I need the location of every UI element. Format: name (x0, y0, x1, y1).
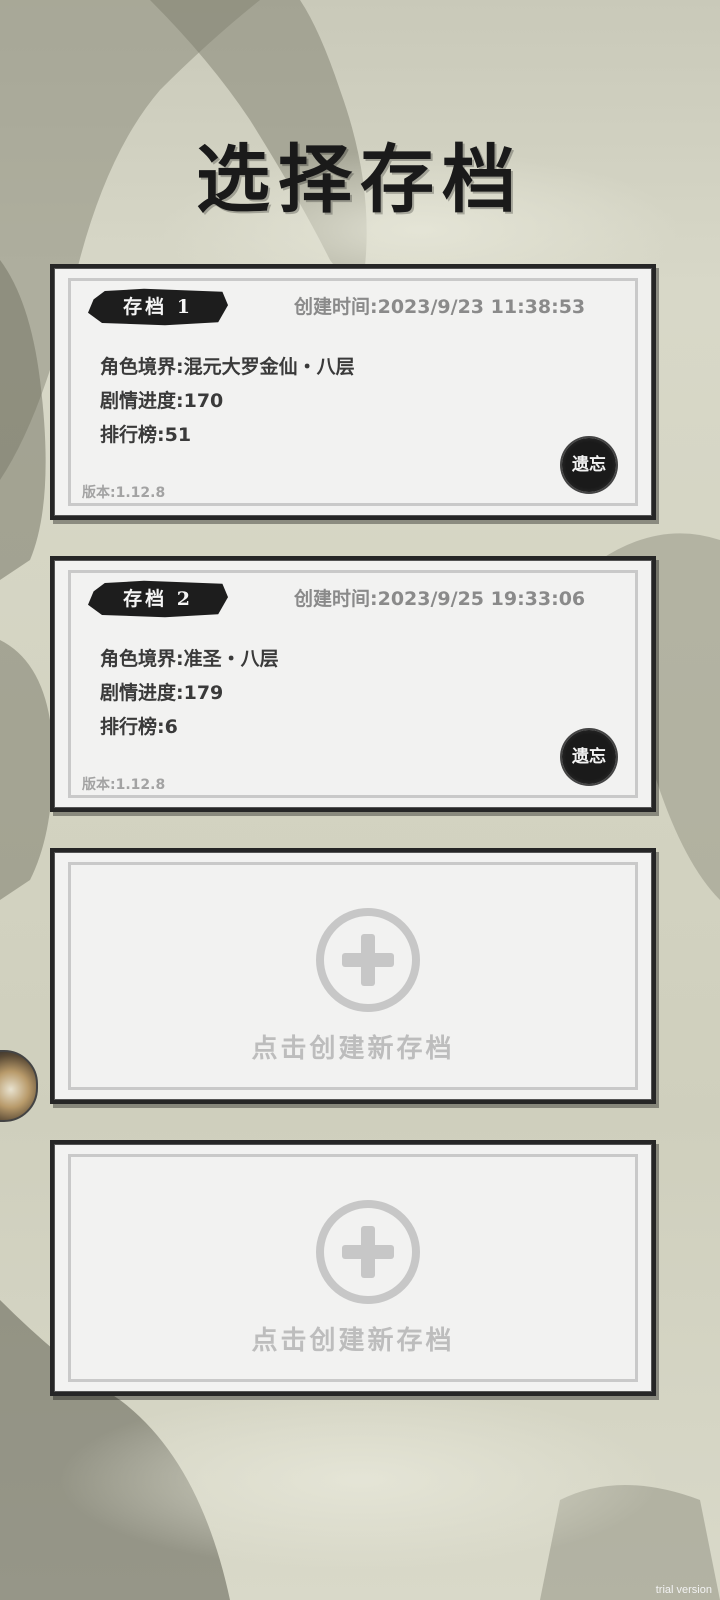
create-new-save-button[interactable]: 点击创建新存档 (68, 1154, 638, 1382)
slot-info: 角色境界:混元大罗金仙・八层 剧情进度:170 排行榜:51 (100, 350, 355, 452)
create-new-save-button[interactable]: 点击创建新存档 (68, 862, 638, 1090)
leaderboard-rank: 排行榜:51 (100, 424, 192, 446)
plus-circle-icon (316, 908, 420, 1012)
version-label: 版本:1.12.8 (82, 777, 166, 793)
story-progress: 剧情进度:179 (100, 682, 224, 704)
floating-avatar-button[interactable] (0, 1050, 38, 1122)
watermark-label: trial version (655, 1584, 712, 1596)
slot-badge: 存档 2 (88, 580, 228, 618)
save-slot-1[interactable]: 存档 1 创建时间:2023/9/23 11:38:53 角色境界:混元大罗金仙… (50, 264, 656, 520)
slot-info: 角色境界:准圣・八层 剧情进度:179 排行榜:6 (100, 642, 279, 744)
create-new-save-label: 点击创建新存档 (251, 1326, 455, 1356)
plus-circle-icon (316, 1200, 420, 1304)
created-time: 创建时间:2023/9/25 19:33:06 (294, 588, 586, 610)
story-progress: 剧情进度:170 (100, 390, 224, 412)
create-new-save-label: 点击创建新存档 (251, 1034, 455, 1064)
leaderboard-rank: 排行榜:6 (100, 716, 178, 738)
forget-button[interactable]: 遗忘 (562, 438, 616, 492)
character-realm: 角色境界:准圣・八层 (100, 648, 279, 670)
page-title: 选择存档 (196, 137, 524, 223)
save-slot-2[interactable]: 存档 2 创建时间:2023/9/25 19:33:06 角色境界:准圣・八层 … (50, 556, 656, 812)
created-time: 创建时间:2023/9/23 11:38:53 (294, 296, 586, 318)
version-label: 版本:1.12.8 (82, 485, 166, 501)
empty-slot-4[interactable]: 点击创建新存档 (50, 1140, 656, 1396)
character-realm: 角色境界:混元大罗金仙・八层 (100, 356, 355, 378)
forget-button[interactable]: 遗忘 (562, 730, 616, 784)
slot-badge: 存档 1 (88, 288, 228, 326)
empty-slot-3[interactable]: 点击创建新存档 (50, 848, 656, 1104)
